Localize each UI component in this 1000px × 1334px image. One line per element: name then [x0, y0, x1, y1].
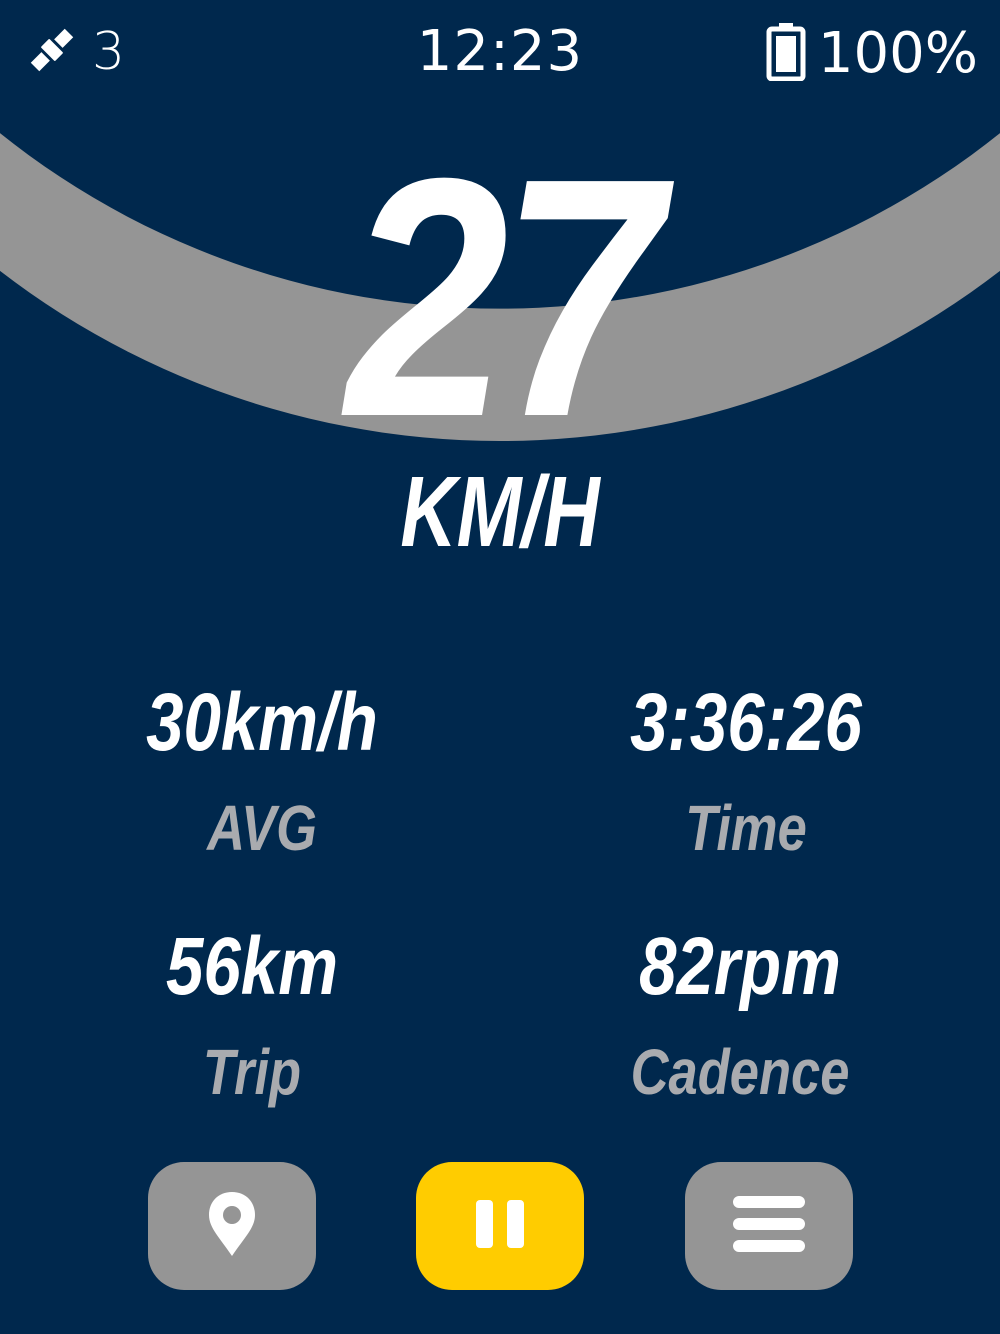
metric-label: AVG — [207, 792, 317, 864]
battery-status: 100% — [766, 21, 978, 86]
metric-cadence: 82rpm Cadence — [490, 921, 990, 1108]
current-speed-value: 27 — [345, 108, 663, 488]
metric-value: 3:36:26 — [630, 677, 862, 768]
metric-value: 30km/h — [146, 677, 378, 768]
menu-button[interactable] — [685, 1162, 853, 1290]
hamburger-menu-icon — [733, 1194, 805, 1259]
cycling-computer-screen: 3 12:23 100% 27 KM/H 30km/h AVG 3:36:26 … — [0, 0, 1000, 1334]
battery-percent: 100% — [817, 21, 978, 86]
status-bar: 3 12:23 100% — [0, 0, 1000, 110]
metric-trip-distance: 56km Trip — [2, 921, 502, 1108]
pause-icon — [472, 1196, 528, 1257]
metric-average-speed: 30km/h AVG — [12, 677, 512, 864]
metric-ride-time: 3:36:26 Time — [496, 677, 996, 864]
metric-value: 56km — [166, 921, 338, 1012]
map-pin-icon — [206, 1190, 258, 1263]
pause-button[interactable] — [416, 1162, 584, 1290]
metric-label: Cadence — [630, 1036, 850, 1108]
metric-label: Time — [685, 792, 807, 864]
metric-label: Trip — [202, 1036, 302, 1108]
location-button[interactable] — [148, 1162, 316, 1290]
speed-unit: KM/H — [400, 456, 600, 568]
battery-full-icon — [766, 22, 806, 86]
metric-value: 82rpm — [639, 921, 841, 1012]
